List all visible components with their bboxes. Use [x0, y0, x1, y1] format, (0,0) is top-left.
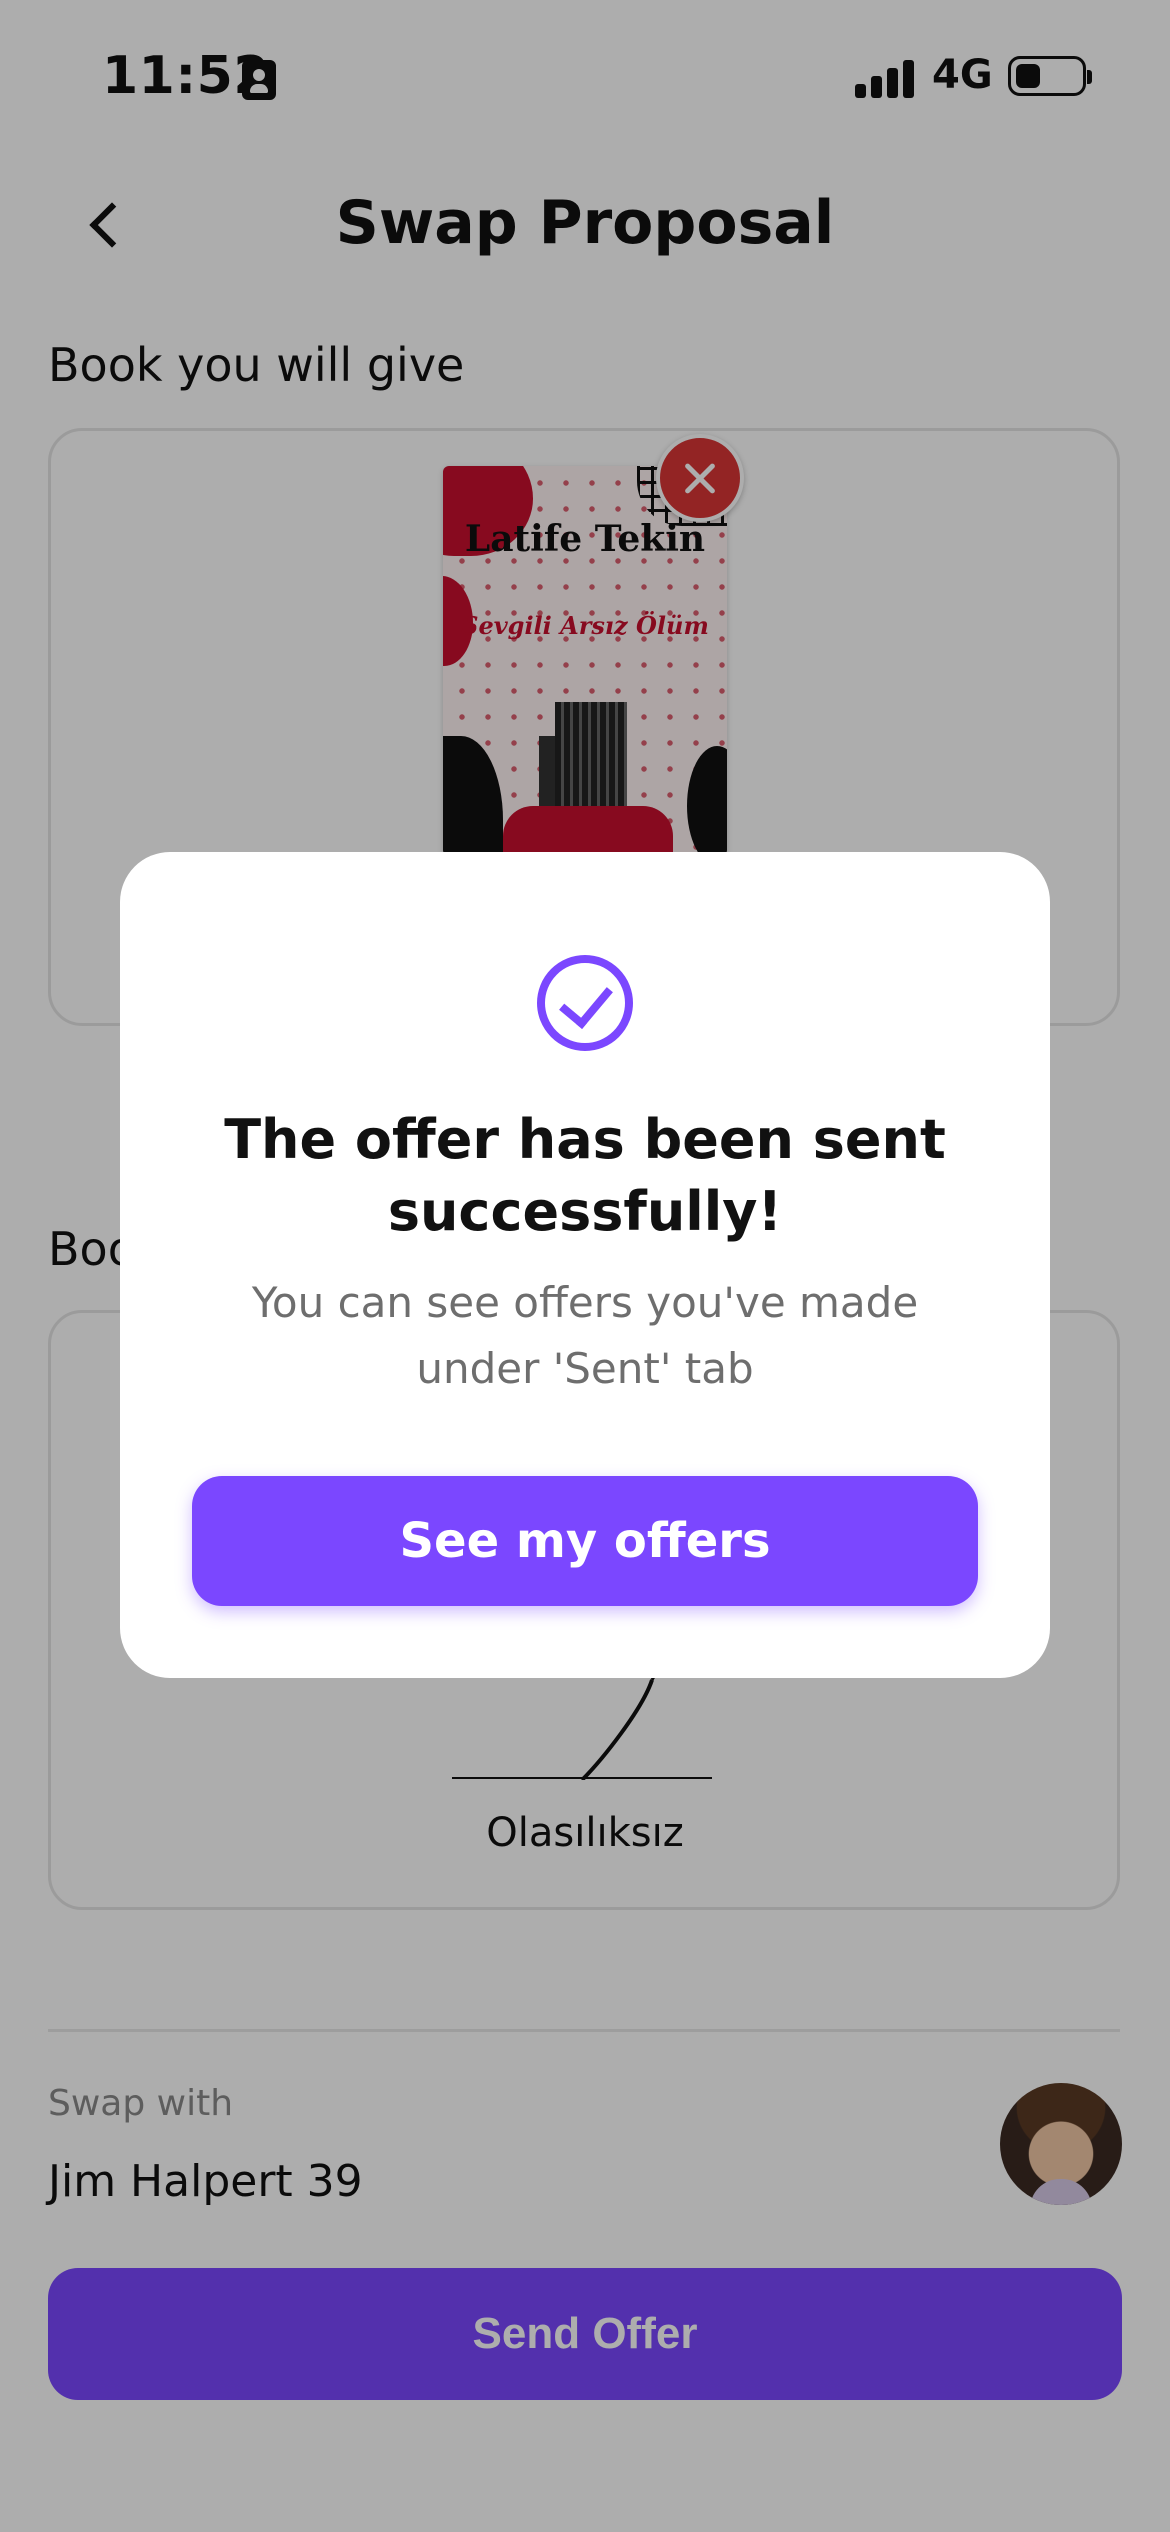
- success-dialog: The offer has been sent successfully! Yo…: [120, 852, 1050, 1678]
- see-my-offers-button[interactable]: See my offers: [192, 1476, 978, 1606]
- dialog-message: You can see offers you've made under 'Se…: [251, 1278, 919, 1393]
- dialog-title: The offer has been sent successfully!: [224, 1108, 946, 1243]
- swap-proposal-screen: 11:52 4G Swap Proposal Book you will giv…: [0, 0, 1170, 2532]
- check-circle-icon: [537, 955, 633, 1051]
